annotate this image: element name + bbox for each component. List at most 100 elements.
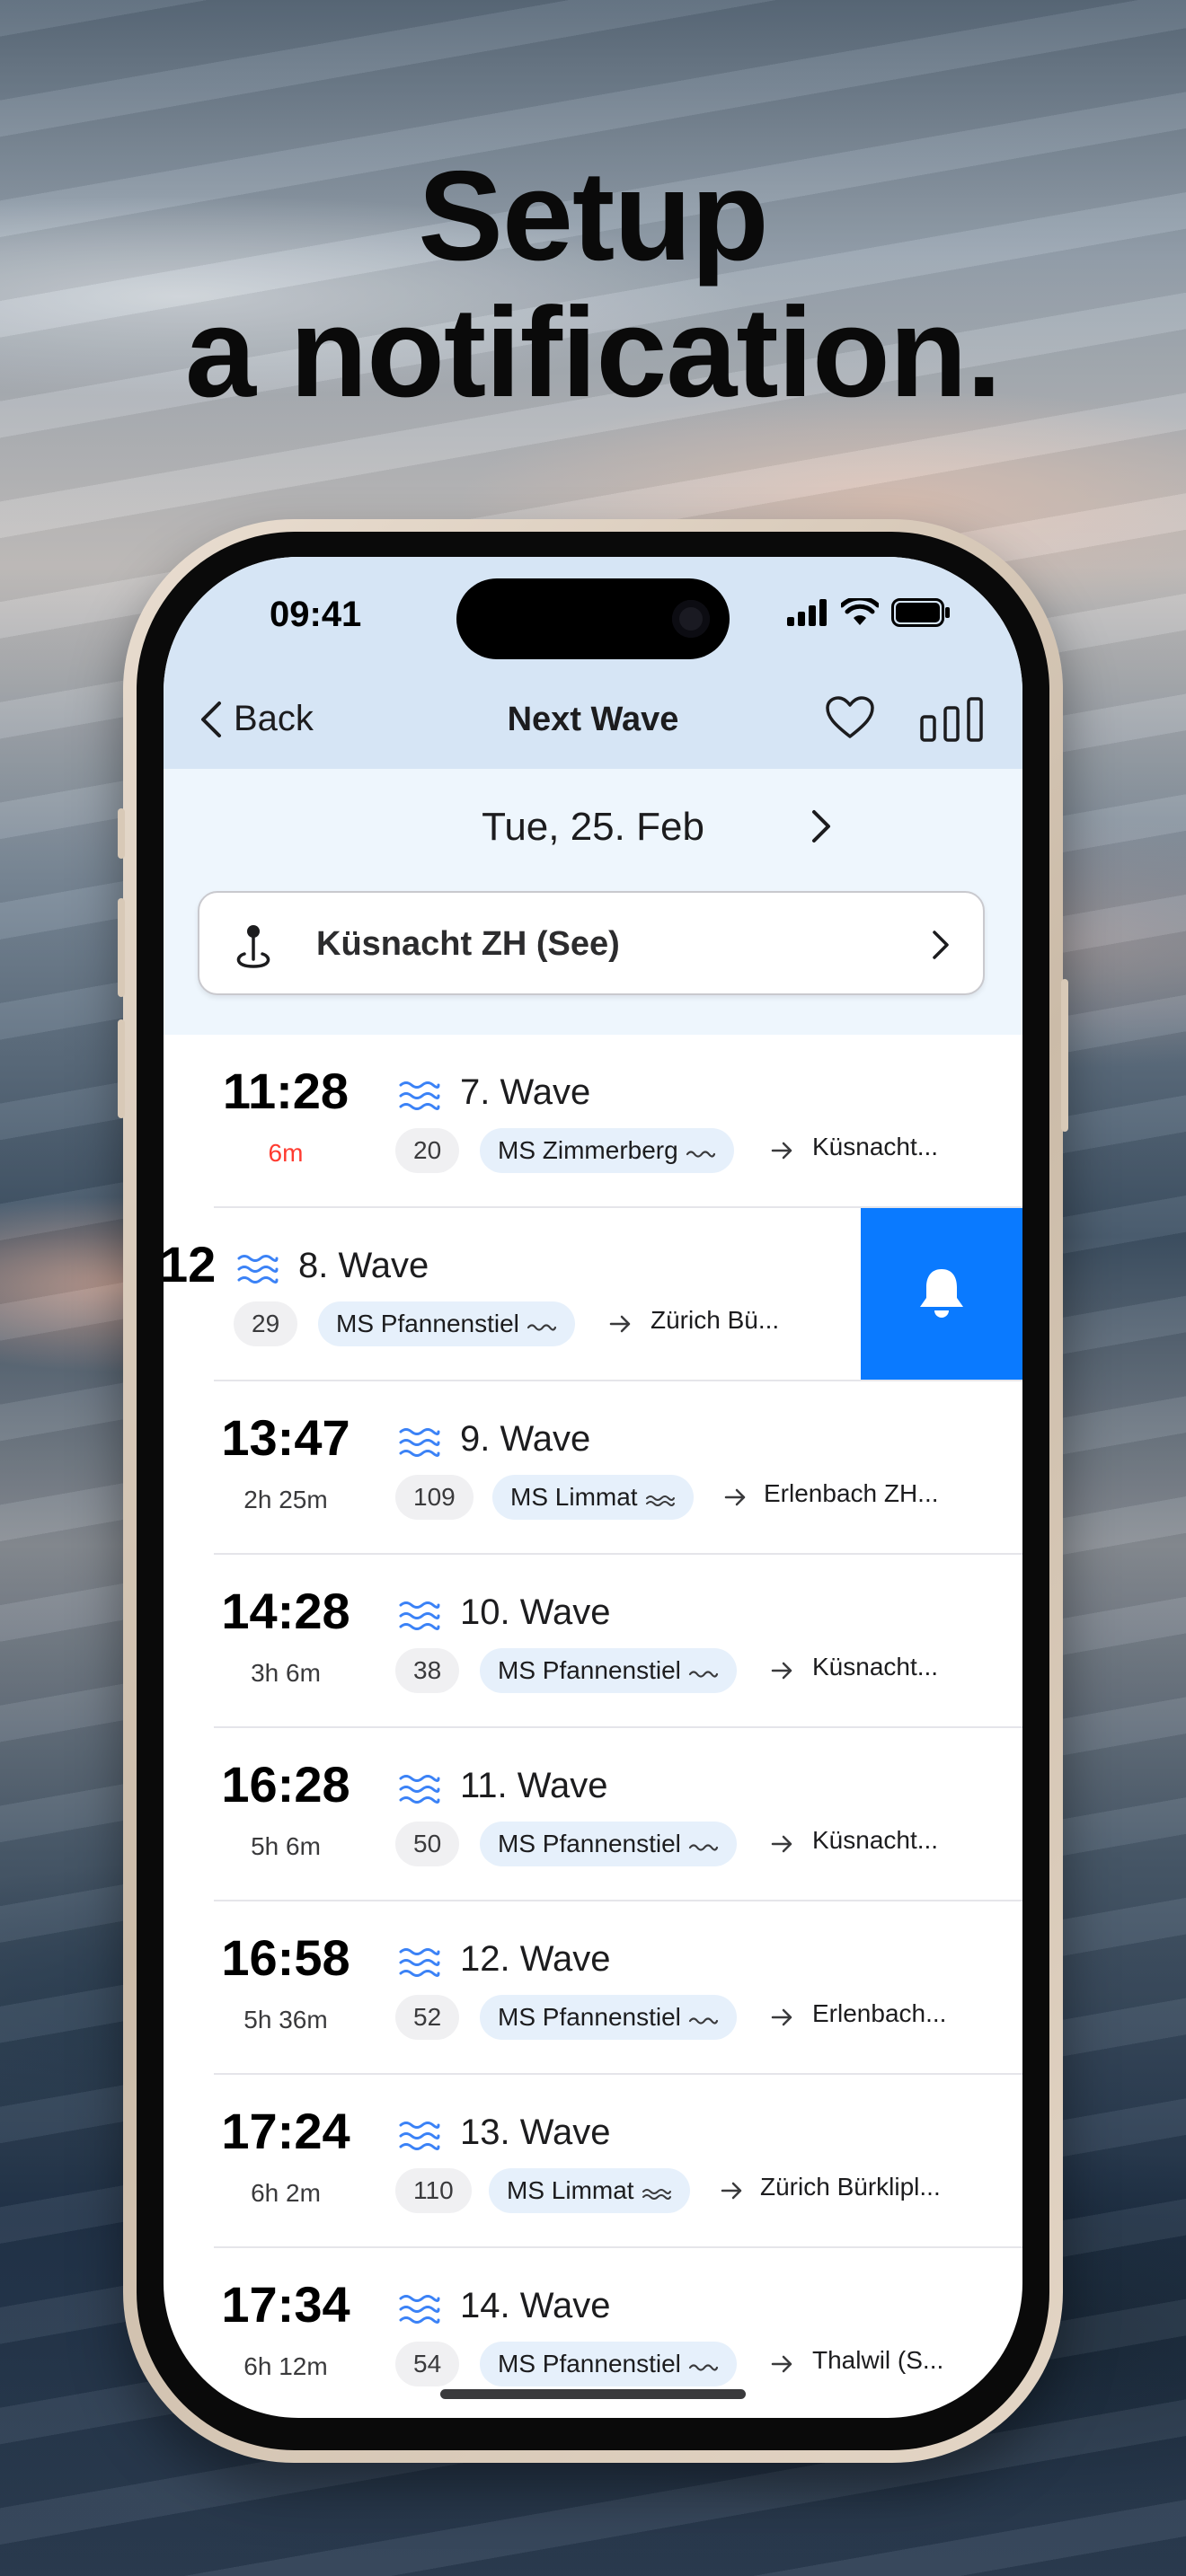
- arrow-right-icon: [771, 2355, 792, 2373]
- waves-icon: [399, 1775, 440, 1804]
- ship-name: MS Pfannenstiel: [498, 2350, 681, 2378]
- ship-name: MS Zimmerberg: [498, 1136, 678, 1164]
- phone-action-button: [118, 808, 125, 859]
- course-number: 29: [234, 1301, 298, 1346]
- phone-volume-up: [118, 898, 125, 997]
- page-title: Next Wave: [507, 701, 679, 738]
- date-label: Tue, 25. Feb: [482, 805, 704, 849]
- station-name: Küsnacht ZH (See): [316, 925, 620, 963]
- departure-row[interactable]: 13:47 2h 25m 9. Wave 109 MS Limmat Erlen…: [164, 1381, 1022, 1555]
- wave-name: 13. Wave: [460, 2113, 611, 2152]
- wave-name: 14. Wave: [460, 2286, 611, 2325]
- ship-wave-icon: [688, 1671, 718, 1678]
- departure-row[interactable]: 16:58 5h 36m 12. Wave 52 MS Pfannenstiel…: [164, 1901, 1022, 2075]
- location-pin-icon: [236, 925, 270, 968]
- ship-name: MS Pfannenstiel: [336, 1310, 519, 1337]
- course-number: 109: [395, 1475, 474, 1520]
- waves-icon: [399, 1428, 440, 1457]
- wifi-icon: [841, 598, 879, 625]
- arrow-right-icon: [609, 1315, 631, 1333]
- countdown: 5h 6m: [251, 1832, 321, 1860]
- chevron-right-icon[interactable]: [810, 808, 832, 844]
- destination: Erlenbach ZH...: [764, 1479, 939, 1507]
- destination: Erlenbach...: [812, 1999, 947, 2027]
- countdown: 3h 6m: [251, 1659, 321, 1687]
- departure-time: 17:34: [221, 2276, 350, 2333]
- departure-time: 12: [164, 1236, 217, 1292]
- waves-icon: [399, 1081, 440, 1110]
- ship-badge: MS Pfannenstiel: [480, 1822, 737, 1866]
- favorite-heart-icon[interactable]: [825, 695, 875, 740]
- ship-name: MS Pfannenstiel: [498, 1656, 681, 1684]
- destination: Küsnacht...: [812, 1826, 939, 1854]
- countdown: 6m: [268, 1139, 304, 1167]
- ship-badge: MS Zimmerberg: [480, 1128, 734, 1173]
- departure-row[interactable]: 17:24 6h 2m 13. Wave 110 MS Limmat Züric…: [164, 2075, 1022, 2248]
- ship-wave-icon: [645, 1495, 675, 1506]
- destination: Thalwil (S...: [812, 2346, 944, 2374]
- arrow-right-icon: [771, 1142, 792, 1160]
- ship-badge: MS Pfannenstiel: [480, 1995, 737, 2040]
- waves-icon: [399, 1601, 440, 1630]
- departure-time: 16:28: [221, 1756, 350, 1813]
- course-number: 52: [395, 1995, 460, 2040]
- ship-name: MS Pfannenstiel: [498, 2003, 681, 2031]
- ship-wave-icon: [686, 1151, 715, 1158]
- notify-button[interactable]: [861, 1208, 1022, 1381]
- ship-name: MS Pfannenstiel: [498, 1830, 681, 1857]
- departure-row[interactable]: 14:28 3h 6m 10. Wave 38 MS Pfannenstiel …: [164, 1555, 1022, 1728]
- wave-name: 8. Wave: [298, 1246, 429, 1285]
- battery-icon: [891, 598, 950, 627]
- wave-name: 9. Wave: [460, 1419, 591, 1459]
- ship-badge: MS Pfannenstiel: [480, 2342, 737, 2386]
- destination: Küsnacht...: [812, 1653, 939, 1681]
- ship-badge: MS Pfannenstiel: [480, 1648, 737, 1693]
- waves-icon: [399, 1948, 440, 1977]
- camera-icon: [672, 600, 710, 638]
- top-bar: 09:41 Back Next Wave: [164, 557, 1022, 769]
- departure-row[interactable]: 11:28 6m 7. Wave 20 MS Zimmerberg Küsnac…: [164, 1035, 1022, 1208]
- status-icons: [787, 598, 951, 627]
- arrow-right-icon: [771, 1662, 792, 1680]
- departure-time: 11:28: [222, 1063, 350, 1119]
- destination: Zürich Bü...: [651, 1306, 780, 1334]
- arrow-right-icon: [771, 2008, 792, 2026]
- ship-wave-icon: [527, 1324, 556, 1331]
- ship-wave-icon: [688, 2364, 718, 2371]
- departure-row[interactable]: 16:28 5h 6m 11. Wave 50 MS Pfannenstiel …: [164, 1728, 1022, 1901]
- dynamic-island: [456, 578, 730, 659]
- station-selector[interactable]: Küsnacht ZH (See): [198, 891, 985, 995]
- waves-icon: [237, 1255, 279, 1284]
- row-content-swiped: 12 8. Wave 29 MS Pfannenstiel Zürich Bü.…: [164, 1208, 861, 1381]
- ship-badge: MS Pfannenstiel: [318, 1301, 575, 1346]
- headline: Setup a notification.: [0, 148, 1186, 421]
- countdown: 6h 12m: [243, 2352, 328, 2380]
- ship-badge: MS Limmat: [492, 1475, 694, 1520]
- status-time: 09:41: [270, 595, 362, 634]
- headline-line-1: Setup: [418, 145, 768, 287]
- phone-volume-down: [118, 1019, 125, 1118]
- waves-icon: [399, 2122, 440, 2150]
- departure-row-swiped[interactable]: 12 8. Wave 29 MS Pfannenstiel Zürich Bü.…: [164, 1208, 1022, 1381]
- countdown: 2h 25m: [243, 1486, 328, 1513]
- ship-wave-icon: [688, 2017, 718, 2025]
- arrow-right-icon: [771, 1835, 792, 1853]
- destination: Küsnacht...: [812, 1133, 939, 1160]
- filter-area: Tue, 25. Feb Küsnacht ZH (See): [164, 769, 1022, 1035]
- phone-power-button: [1061, 979, 1068, 1132]
- bell-icon: [920, 1269, 963, 1318]
- waves-icon: [399, 2295, 440, 2324]
- countdown: 6h 2m: [251, 2179, 321, 2207]
- ship-badge: MS Limmat: [489, 2168, 690, 2213]
- ship-wave-icon: [688, 1844, 718, 1851]
- departure-time: 17:24: [221, 2103, 350, 2159]
- ship-name: MS Limmat: [507, 2176, 634, 2204]
- chevron-right-icon: [933, 931, 949, 959]
- wave-name: 12. Wave: [460, 1939, 611, 1979]
- wave-name: 7. Wave: [460, 1072, 591, 1112]
- bar-chart-icon[interactable]: [920, 697, 983, 742]
- home-indicator[interactable]: [440, 2389, 746, 2399]
- app-screen: 09:41 Back Next Wave Tue, 25. Feb Küsnac…: [164, 557, 1022, 2418]
- ship-name: MS Limmat: [510, 1483, 638, 1511]
- destination: Zürich Bürklipl...: [760, 2173, 941, 2201]
